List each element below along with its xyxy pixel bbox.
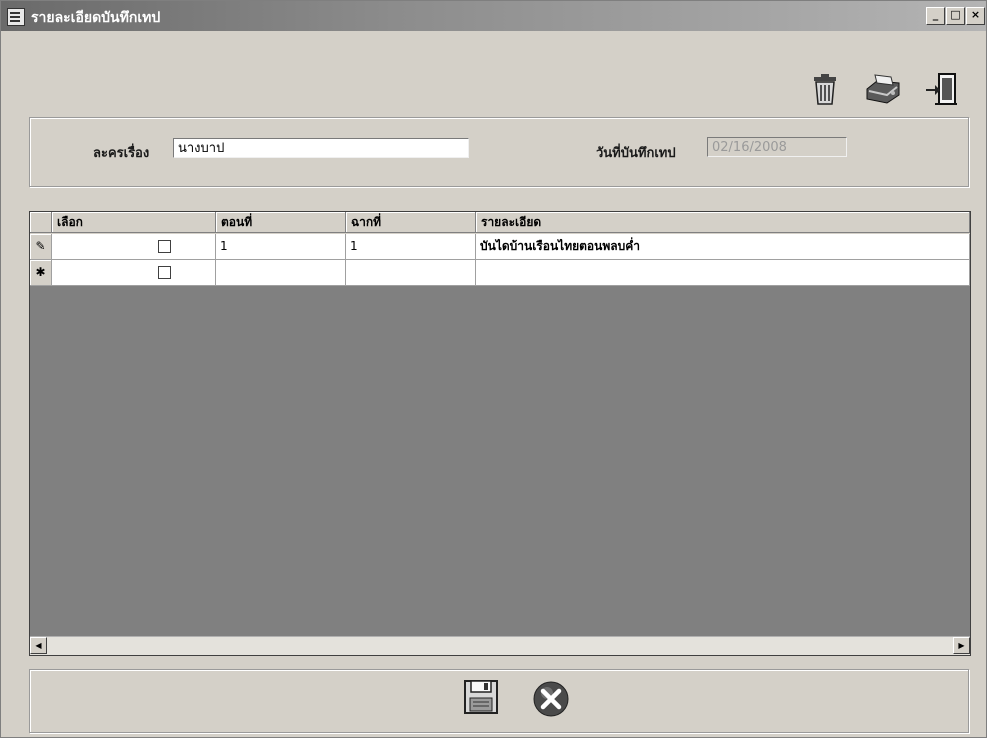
maximize-button[interactable]: □ [946,7,965,25]
scroll-left-icon[interactable]: ◀ [30,637,47,654]
save-floppy-icon[interactable] [461,677,501,717]
select-cell[interactable] [52,260,216,286]
column-header-select[interactable]: เลือก [52,212,216,233]
new-row-asterisk-icon: ✱ [30,260,52,286]
close-button[interactable]: × [966,7,985,25]
trash-icon[interactable] [807,71,843,107]
drama-title-field[interactable]: นางบาป [173,138,469,158]
printer-icon[interactable] [863,71,900,107]
title-bar[interactable]: รายละเอียดบันทึกเทป _ □ × [1,1,986,31]
select-checkbox[interactable] [158,266,171,279]
exit-door-icon[interactable] [923,71,959,107]
select-cell[interactable] [52,234,216,260]
window-title: รายละเอียดบันทึกเทป [31,10,161,26]
scene-cell[interactable]: 1 [346,234,476,260]
app-icon[interactable] [7,8,25,26]
row-header-corner [30,212,52,233]
horizontal-scrollbar[interactable]: ◀ ▶ [30,636,970,655]
table-row-new[interactable]: ✱ [30,260,970,286]
edit-pencil-icon: ✎ [30,234,52,260]
select-checkbox[interactable] [158,240,171,253]
tape-detail-grid[interactable]: เลือก ตอนที่ ฉากที่ รายละเอียด ✎ 1 1 บัน… [29,211,971,656]
column-header-detail[interactable]: รายละเอียด [476,212,970,233]
scene-cell[interactable] [346,260,476,286]
episode-cell[interactable] [216,260,346,286]
record-date-label: วันที่บันทึกเทป [596,146,676,161]
detail-cell[interactable]: บันไดบ้านเรือนไทยตอนพลบค่ำ [476,234,970,260]
episode-cell[interactable]: 1 [216,234,346,260]
column-header-episode[interactable]: ตอนที่ [216,212,346,233]
detail-cell[interactable] [476,260,970,286]
record-date-field[interactable]: 02/16/2008 [707,137,847,157]
main-window: รายละเอียดบันทึกเทป _ □ × ละครเรื่อง นาง… [0,0,987,738]
scroll-right-icon[interactable]: ▶ [953,637,970,654]
grid-header: เลือก ตอนที่ ฉากที่ รายละเอียด [30,212,970,234]
drama-label: ละครเรื่อง [93,146,150,161]
column-header-scene[interactable]: ฉากที่ [346,212,476,233]
cancel-x-icon[interactable] [531,679,571,719]
minimize-button[interactable]: _ [926,7,945,25]
table-row[interactable]: ✎ 1 1 บันไดบ้านเรือนไทยตอนพลบค่ำ [30,234,970,260]
